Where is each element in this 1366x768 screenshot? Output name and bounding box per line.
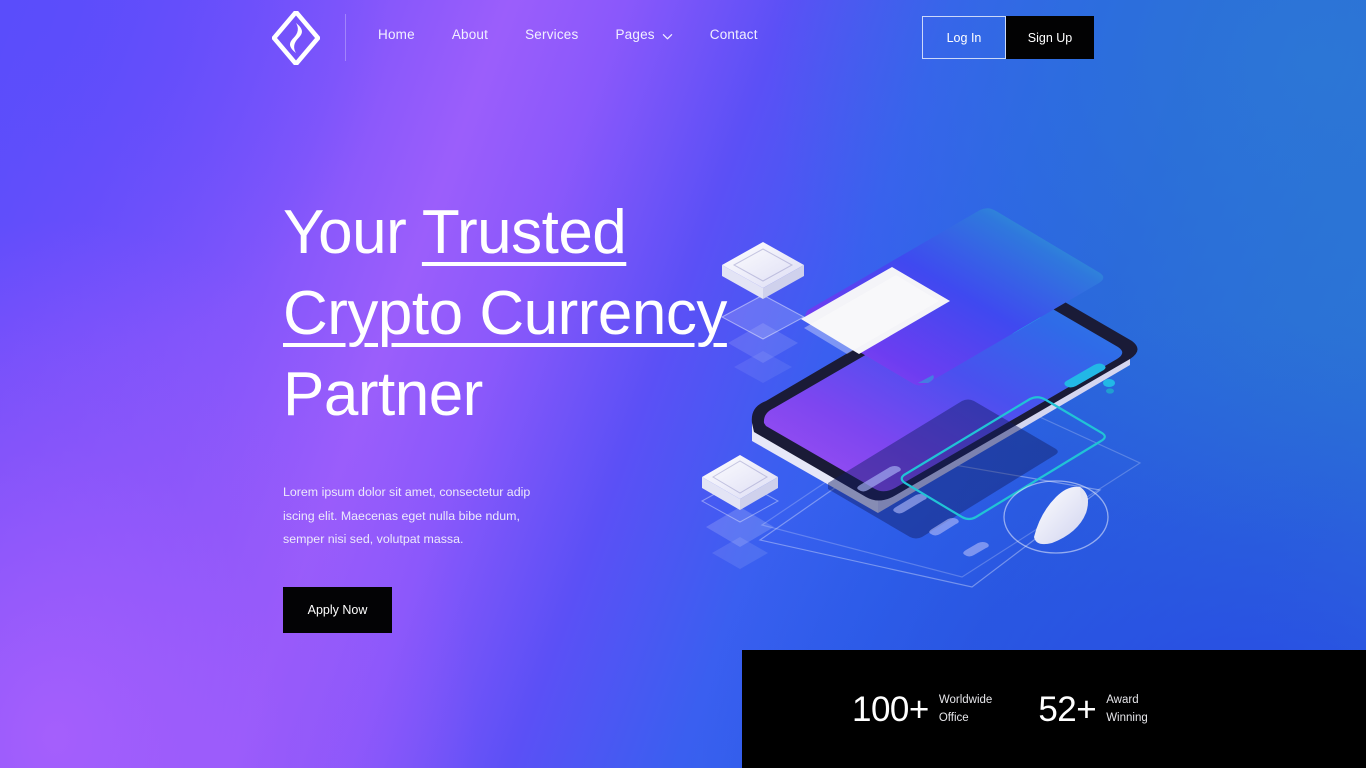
apply-now-button[interactable]: Apply Now (283, 586, 392, 633)
stat-item-award-winning: 52+ Award Winning (1038, 691, 1147, 727)
nav-item-label: Pages (615, 27, 655, 42)
hero-paragraph: Lorem ipsum dolor sit amet, consectetur … (283, 485, 531, 546)
nav-item-home[interactable]: Home (378, 27, 415, 42)
stat-number: 52+ (1038, 689, 1097, 729)
stat-label-line1: Award (1106, 694, 1139, 706)
page-title: Your Trusted Crypto Currency Partner (283, 192, 727, 435)
floating-rounded-square-top (720, 242, 806, 383)
stat-label: Award Winning (1106, 691, 1148, 727)
hero-title-line-1: Your Trusted (283, 198, 627, 267)
login-button[interactable]: Log In (922, 16, 1006, 59)
hero-content: Your Trusted Crypto Currency Partner Lor… (283, 192, 727, 633)
isometric-phone-credit-card-illustration (700, 208, 1142, 588)
site-header: Home About Services Pages Contact Log In… (0, 0, 1366, 75)
nav-item-label: Home (378, 27, 415, 42)
hero-title-plain-1: Your (283, 198, 422, 267)
brand-logo[interactable] (271, 9, 321, 67)
hero-illustration (700, 195, 1180, 615)
nav-item-pages[interactable]: Pages (615, 27, 672, 42)
floating-rounded-square-bottom (700, 455, 780, 569)
signup-button[interactable]: Sign Up (1006, 16, 1094, 59)
stat-label-line2: Office (938, 712, 969, 724)
landing-page-root: Home About Services Pages Contact Log In… (0, 0, 1366, 768)
hero-title-underline-2: Crypto Currency (283, 279, 727, 348)
nav-item-contact[interactable]: Contact (710, 27, 758, 42)
stats-bar: 100+ Worldwide Office 52+ Award Winning (742, 650, 1366, 768)
chevron-down-icon (662, 30, 673, 41)
header-divider (345, 14, 346, 61)
nav-item-label: About (451, 27, 489, 42)
cursor-pointer-in-ellipse (1003, 480, 1109, 554)
nav-item-about[interactable]: About (452, 27, 488, 42)
nav-item-label: Contact (709, 27, 758, 42)
stat-label-line1: Worldwide (938, 694, 993, 706)
stat-number: 100+ (852, 689, 929, 729)
nav-item-label: Services (525, 27, 579, 42)
nav-item-services[interactable]: Services (525, 27, 578, 42)
stat-label-line2: Winning (1106, 712, 1148, 724)
stat-label: Worldwide Office (939, 691, 992, 727)
hero-title-plain-2: Partner (283, 360, 483, 429)
diamond-swirl-logo-icon (271, 9, 321, 67)
hero-title-underline-1: Trusted (421, 198, 627, 267)
main-navigation: Home About Services Pages Contact (378, 27, 758, 42)
auth-buttons: Log In Sign Up (922, 16, 1094, 59)
stat-item-worldwide-office: 100+ Worldwide Office (852, 691, 992, 727)
